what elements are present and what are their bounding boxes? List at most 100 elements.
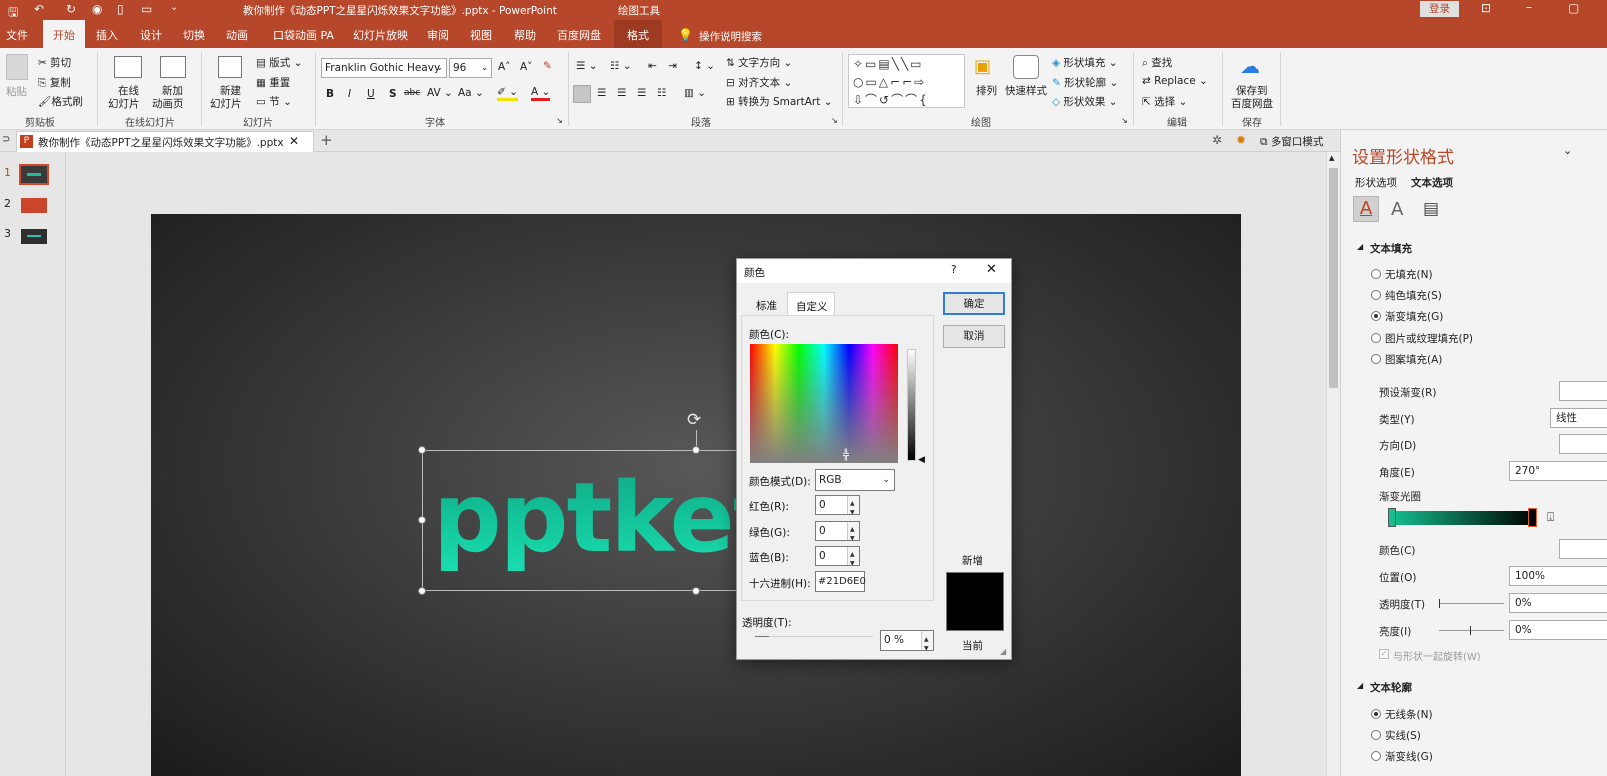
paste-button[interactable]: 粘贴 bbox=[6, 84, 27, 99]
text-fill-outline-icon[interactable]: A bbox=[1353, 196, 1379, 222]
direction-dropdown[interactable] bbox=[1559, 434, 1607, 454]
option-picture-fill[interactable]: 图片或纹理填充(P) bbox=[1385, 331, 1473, 346]
select-button[interactable]: ⇱ 选择 ⌄ bbox=[1142, 94, 1187, 109]
angle-input[interactable]: 270° bbox=[1509, 461, 1607, 481]
position-input[interactable]: 100% bbox=[1509, 566, 1607, 586]
align-text-button[interactable]: ⊟ 对齐文本 ⌄ bbox=[726, 75, 792, 90]
add-stop-icon[interactable]: ⍗ bbox=[1547, 510, 1554, 525]
tab-design[interactable]: 设计 bbox=[134, 20, 168, 48]
cancel-button[interactable]: 取消 bbox=[943, 325, 1005, 348]
tab-view[interactable]: 视图 bbox=[464, 20, 498, 48]
tab-standard[interactable]: 标准 bbox=[756, 298, 777, 313]
shapes-gallery[interactable]: ✧▭▤╲╲▭ ○▭△⌐⌐⇨ ⇩⌒↺⌒⌒{ bbox=[848, 54, 965, 108]
resize-handle-bl[interactable] bbox=[418, 587, 426, 595]
tab-help[interactable]: 帮助 bbox=[508, 20, 542, 48]
tab-text-options[interactable]: 文本选项 bbox=[1411, 175, 1453, 190]
resize-handle-l[interactable] bbox=[418, 516, 426, 524]
option-pattern-fill[interactable]: 图案填充(A) bbox=[1385, 352, 1442, 367]
option-solid-line[interactable]: 实线(S) bbox=[1385, 728, 1421, 743]
customize-qat-icon[interactable]: ⌄ bbox=[170, 2, 178, 13]
gradient-stops-bar[interactable] bbox=[1391, 511, 1535, 525]
document-tab[interactable]: P 教你制作《动态PPT之星星闪烁效果文字功能》.pptx ✕ bbox=[16, 131, 314, 152]
font-color-icon[interactable]: A ⌄ bbox=[531, 86, 551, 101]
align-right-icon[interactable]: ☰ bbox=[617, 87, 626, 99]
font-dialog-launcher-icon[interactable]: ↘ bbox=[556, 116, 563, 125]
slide-title-text[interactable]: pptket bbox=[433, 461, 779, 576]
luminance-pointer-icon[interactable]: ◀ bbox=[918, 455, 925, 465]
brightness-slider-thumb[interactable] bbox=[1470, 626, 1471, 635]
slide-thumbnail-1[interactable] bbox=[19, 164, 49, 185]
resize-handle-tl[interactable] bbox=[418, 446, 426, 454]
pane-options-icon[interactable]: ⌄ bbox=[1563, 144, 1572, 157]
quick-styles-icon[interactable] bbox=[1013, 55, 1039, 79]
maximize-icon[interactable]: ▢ bbox=[1568, 1, 1579, 15]
radio-no-line[interactable] bbox=[1371, 709, 1381, 719]
resize-handle-b[interactable] bbox=[692, 587, 700, 595]
font-name-select[interactable]: Franklin Gothic Heavy ⌄ bbox=[321, 58, 447, 78]
slide-thumbnail-2[interactable] bbox=[21, 198, 47, 213]
find-button[interactable]: ⌕ 查找 bbox=[1142, 55, 1172, 70]
tab-file[interactable]: 文件 bbox=[0, 20, 34, 48]
shape-fill-button[interactable]: ◈ 形状填充 ⌄ bbox=[1052, 55, 1118, 70]
baidu-cloud-icon[interactable]: ☁ bbox=[1240, 54, 1260, 78]
font-size-select[interactable]: 96 ⌄ bbox=[449, 58, 492, 78]
bug-icon[interactable]: ✲ bbox=[1212, 133, 1222, 147]
slide-thumbnail-3[interactable] bbox=[21, 229, 47, 244]
shape-outline-button[interactable]: ✎ 形状轮廓 ⌄ bbox=[1052, 75, 1118, 90]
new-slide-icon[interactable] bbox=[218, 56, 242, 78]
option-solid-fill[interactable]: 纯色填充(S) bbox=[1385, 288, 1442, 303]
undo-icon[interactable]: ↶ bbox=[34, 2, 44, 16]
quick-styles-button[interactable]: 快速样式 bbox=[1005, 83, 1047, 98]
distributed-icon[interactable]: ☷ bbox=[657, 87, 666, 99]
replace-button[interactable]: ⇄ Replace ⌄ bbox=[1142, 75, 1208, 87]
spectrum-crosshair-icon[interactable]: ╬ bbox=[843, 450, 849, 461]
color-picker-button[interactable] bbox=[1559, 539, 1607, 559]
save-to-label2[interactable]: 百度网盘 bbox=[1231, 96, 1273, 111]
online-slides-icon[interactable] bbox=[114, 56, 142, 78]
brightness-input[interactable]: 0% bbox=[1509, 620, 1607, 640]
shape-effects-button[interactable]: ◇ 形状效果 ⌄ bbox=[1052, 94, 1118, 109]
open-folder-icon[interactable]: ▭ bbox=[141, 2, 152, 16]
radio-gradient-line[interactable] bbox=[1371, 751, 1381, 761]
drawing-dialog-launcher-icon[interactable]: ↘ bbox=[1121, 116, 1128, 125]
bold-icon[interactable]: B bbox=[326, 88, 334, 100]
numbering-icon[interactable]: ☷ ⌄ bbox=[610, 60, 632, 72]
section-button[interactable]: ▭ 节 ⌄ bbox=[256, 94, 292, 109]
format-painter-button[interactable]: 🖌格式刷 bbox=[38, 94, 83, 109]
transparency-slider-dialog-thumb[interactable] bbox=[755, 636, 769, 637]
hex-input[interactable]: #21D6E0 bbox=[815, 571, 866, 592]
radio-picture-fill[interactable] bbox=[1371, 333, 1381, 343]
tab-shape-options[interactable]: 形状选项 bbox=[1355, 175, 1397, 190]
radio-pattern-fill[interactable] bbox=[1371, 354, 1381, 364]
color-model-select[interactable]: RGB ⌄ bbox=[815, 469, 895, 491]
collapse-fill-icon[interactable]: ◢ bbox=[1357, 242, 1363, 251]
ok-button[interactable]: 确定 bbox=[943, 292, 1005, 315]
close-tab-icon[interactable]: ✕ bbox=[289, 134, 299, 148]
dialog-close-icon[interactable]: ✕ bbox=[986, 262, 997, 277]
settings-icon[interactable]: ✹ bbox=[1236, 133, 1246, 147]
scroll-up-icon[interactable]: ▲ bbox=[1329, 154, 1334, 162]
tab-insert[interactable]: 插入 bbox=[90, 20, 124, 48]
underline-icon[interactable]: U bbox=[367, 88, 375, 100]
italic-icon[interactable]: I bbox=[348, 88, 351, 100]
transparency-input[interactable]: 0% bbox=[1509, 593, 1607, 613]
tab-animations[interactable]: 动画 bbox=[220, 20, 254, 48]
gradient-stop-end[interactable] bbox=[1528, 508, 1537, 527]
change-case-icon[interactable]: Aa ⌄ bbox=[458, 87, 484, 99]
transparency-spinner-dialog[interactable]: 0 % bbox=[880, 630, 934, 658]
new-file-icon[interactable]: ▯ bbox=[117, 2, 124, 16]
text-direction-button[interactable]: ⇅ 文字方向 ⌄ bbox=[726, 55, 792, 70]
columns-icon[interactable]: ▥ ⌄ bbox=[684, 87, 706, 99]
highlight-icon[interactable]: ✐ ⌄ bbox=[497, 86, 518, 101]
copy-button[interactable]: ⎘ 复制 bbox=[38, 75, 71, 90]
char-spacing-icon[interactable]: AV ⌄ bbox=[427, 87, 453, 99]
color-spectrum[interactable] bbox=[750, 344, 898, 463]
multi-window-button[interactable]: ⧉ 多窗口模式 bbox=[1260, 134, 1323, 149]
tab-baidu[interactable]: 百度网盘 bbox=[551, 20, 607, 48]
transparency-slider-dialog[interactable] bbox=[769, 636, 873, 637]
textbox-icon[interactable]: ▤ bbox=[1423, 199, 1439, 219]
online-slides-label2[interactable]: 幻灯片 bbox=[108, 96, 140, 111]
tell-me-search[interactable]: 操作说明搜索 bbox=[699, 29, 762, 44]
red-spinner[interactable]: 0 bbox=[815, 495, 860, 522]
option-no-fill[interactable]: 无填充(N) bbox=[1385, 267, 1433, 282]
